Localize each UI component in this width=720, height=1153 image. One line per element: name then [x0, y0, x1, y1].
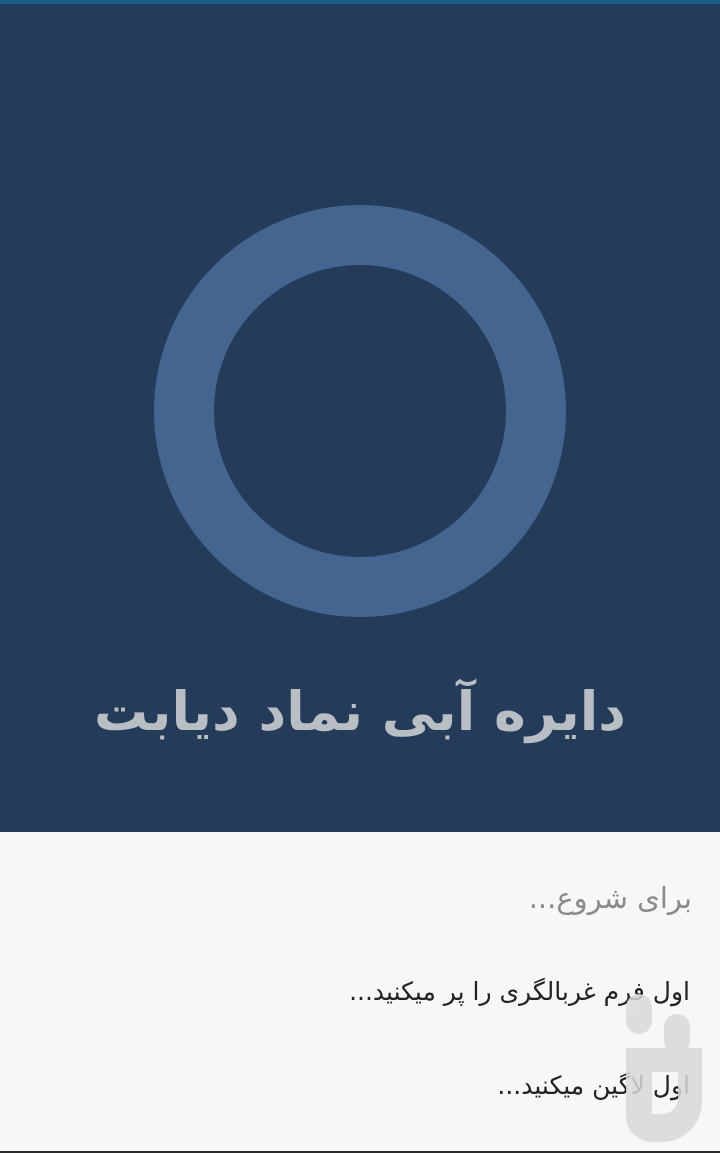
- hero-panel: دایره آبی نماد دیابت: [0, 4, 720, 832]
- sheet-heading: برای شروع...: [528, 881, 692, 915]
- bazaar-logo-icon: [626, 994, 702, 1142]
- hero-title: دایره آبی نماد دیابت: [94, 680, 626, 743]
- blue-circle-icon: [154, 205, 566, 617]
